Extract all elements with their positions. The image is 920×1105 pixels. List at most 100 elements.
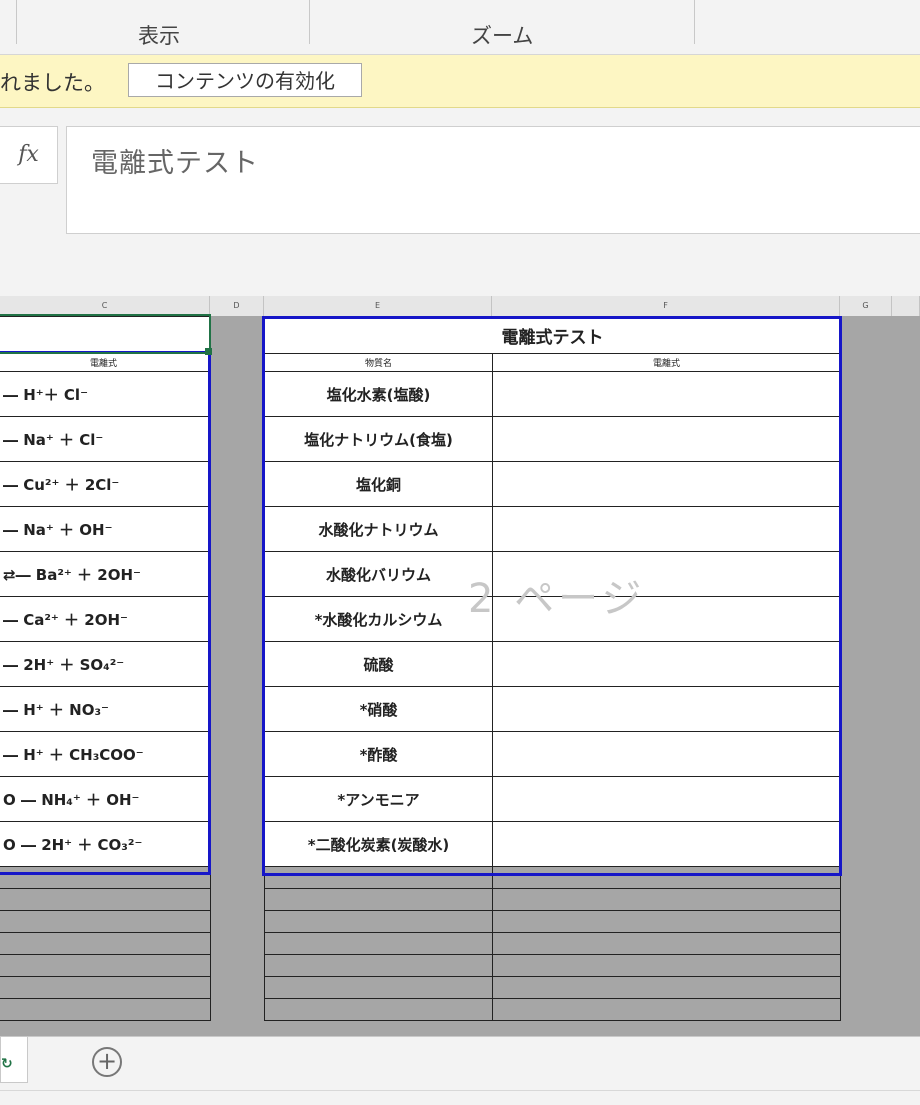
table-cell[interactable]: ― H⁺ ＋ NO₃⁻ [0, 686, 211, 732]
table-row: ― Na⁺ ＋ Cl⁻ [0, 416, 211, 462]
table-row [0, 998, 211, 1021]
ribbon-group-zoom: ズーム [471, 24, 534, 48]
table-cell[interactable]: ― H⁺＋ Cl⁻ [0, 371, 211, 417]
table-title[interactable]: 電離式テスト [264, 316, 841, 354]
empty-cell[interactable] [0, 976, 211, 999]
table-row: ― Na⁺ ＋ OH⁻ [0, 506, 211, 552]
table-row: O ― 2H⁺ ＋ CO₃²⁻ [0, 821, 211, 867]
formula-input[interactable]: 電離式テスト [66, 126, 920, 234]
add-sheet-button[interactable]: + [92, 1047, 122, 1077]
sheet-tab-active[interactable]: ↻ [0, 1037, 28, 1083]
formula-cell[interactable] [492, 371, 841, 417]
table-cell[interactable]: ― Cu²⁺ ＋ 2Cl⁻ [0, 461, 211, 507]
substance-cell[interactable]: *水酸化カルシウム [264, 596, 493, 642]
empty-cell[interactable] [264, 866, 493, 889]
empty-cell[interactable] [492, 888, 841, 911]
empty-cell[interactable] [492, 954, 841, 977]
table-row: 水酸化ナトリウム [264, 506, 841, 552]
substance-cell[interactable]: *二酸化炭素(炭酸水) [264, 821, 493, 867]
substance-cell[interactable]: 塩化銅 [264, 461, 493, 507]
empty-cell[interactable] [264, 910, 493, 933]
empty-cell[interactable] [264, 888, 493, 911]
formula-cell[interactable] [492, 776, 841, 822]
column-header-substance[interactable]: 物質名 [264, 353, 493, 372]
empty-cell[interactable] [492, 910, 841, 933]
selected-cell[interactable] [0, 314, 211, 354]
empty-cell[interactable] [264, 998, 493, 1021]
substance-cell[interactable]: *アンモニア [264, 776, 493, 822]
empty-cell[interactable] [264, 976, 493, 999]
empty-cell[interactable] [492, 932, 841, 955]
formula-cell[interactable] [492, 416, 841, 462]
ribbon: 表示 ズーム [0, 0, 920, 55]
fx-label: fx [18, 142, 39, 167]
column-header-g[interactable]: G [840, 296, 892, 316]
column-header-h[interactable] [892, 296, 920, 316]
table-row: O ― NH₄⁺ ＋ OH⁻ [0, 776, 211, 822]
table-row [264, 976, 841, 999]
fill-handle[interactable] [205, 348, 212, 355]
empty-cell[interactable] [0, 866, 211, 889]
column-header-c[interactable]: C [0, 296, 210, 316]
status-bar [0, 1090, 920, 1105]
ribbon-group-view: 表示 [138, 24, 180, 48]
formula-cell[interactable] [492, 506, 841, 552]
table-cell[interactable]: 電離式 [0, 353, 211, 372]
empty-cell[interactable] [0, 954, 211, 977]
table-row [264, 954, 841, 977]
substance-cell[interactable]: *酢酸 [264, 731, 493, 777]
substance-cell[interactable]: *硝酸 [264, 686, 493, 732]
formula-cell[interactable] [492, 461, 841, 507]
substance-cell[interactable]: 塩化ナトリウム(食塩) [264, 416, 493, 462]
worksheet-area[interactable]: C D E F G 電離式 ― H⁺＋ Cl⁻ ― Na⁺ ＋ Cl⁻ ― Cu… [0, 296, 920, 1036]
table-row: ― Ca²⁺ ＋ 2OH⁻ [0, 596, 211, 642]
empty-cell[interactable] [0, 910, 211, 933]
column-header-e[interactable]: E [264, 296, 492, 316]
formula-cell[interactable] [492, 731, 841, 777]
empty-cell[interactable] [492, 998, 841, 1021]
table-row: 塩化ナトリウム(食塩) [264, 416, 841, 462]
table-row [264, 910, 841, 933]
enable-content-button[interactable]: コンテンツの有効化 [128, 63, 362, 97]
column-header-f[interactable]: F [492, 296, 840, 316]
empty-cell[interactable] [492, 976, 841, 999]
table-row: *硝酸 [264, 686, 841, 732]
table-row: *二酸化炭素(炭酸水) [264, 821, 841, 867]
table-row: *酢酸 [264, 731, 841, 777]
formula-cell[interactable] [492, 641, 841, 687]
empty-cell[interactable] [0, 998, 211, 1021]
table-cell[interactable]: ― 2H⁺ ＋ SO₄²⁻ [0, 641, 211, 687]
fx-icon[interactable]: fx [0, 126, 58, 184]
substance-cell[interactable]: 塩化水素(塩酸) [264, 371, 493, 417]
table-cell[interactable]: ― Na⁺ ＋ OH⁻ [0, 506, 211, 552]
table-title-row: 電離式テスト [264, 316, 841, 354]
column-header-formula[interactable]: 電離式 [492, 353, 841, 372]
table-row [0, 910, 211, 933]
security-message-bar: れました。 コンテンツの有効化 [0, 55, 920, 108]
formula-cell[interactable] [492, 686, 841, 732]
table-cell[interactable]: ⇄― Ba²⁺ ＋ 2OH⁻ [0, 551, 211, 597]
sheet-tab-icon: ↻ [1, 1056, 13, 1072]
table-row: ― H⁺＋ Cl⁻ [0, 371, 211, 417]
table-row: ― 2H⁺ ＋ SO₄²⁻ [0, 641, 211, 687]
table-row [0, 932, 211, 955]
empty-cell[interactable] [264, 954, 493, 977]
substance-cell[interactable]: 硫酸 [264, 641, 493, 687]
empty-cell[interactable] [492, 866, 841, 889]
table-row: 塩化銅 [264, 461, 841, 507]
table-cell[interactable]: O ― NH₄⁺ ＋ OH⁻ [0, 776, 211, 822]
formula-cell[interactable] [492, 821, 841, 867]
table-cell[interactable]: O ― 2H⁺ ＋ CO₃²⁻ [0, 821, 211, 867]
table-row [264, 932, 841, 955]
empty-cell[interactable] [0, 932, 211, 955]
substance-cell[interactable]: 水酸化バリウム [264, 551, 493, 597]
column-header-d[interactable]: D [210, 296, 264, 316]
table-cell[interactable]: ― Ca²⁺ ＋ 2OH⁻ [0, 596, 211, 642]
table-header-row: 物質名 電離式 [264, 353, 841, 372]
table-cell[interactable]: ― Na⁺ ＋ Cl⁻ [0, 416, 211, 462]
substance-cell[interactable]: 水酸化ナトリウム [264, 506, 493, 552]
table-cell[interactable]: ― H⁺ ＋ CH₃COO⁻ [0, 731, 211, 777]
table-row [0, 866, 211, 889]
empty-cell[interactable] [264, 932, 493, 955]
empty-cell[interactable] [0, 888, 211, 911]
